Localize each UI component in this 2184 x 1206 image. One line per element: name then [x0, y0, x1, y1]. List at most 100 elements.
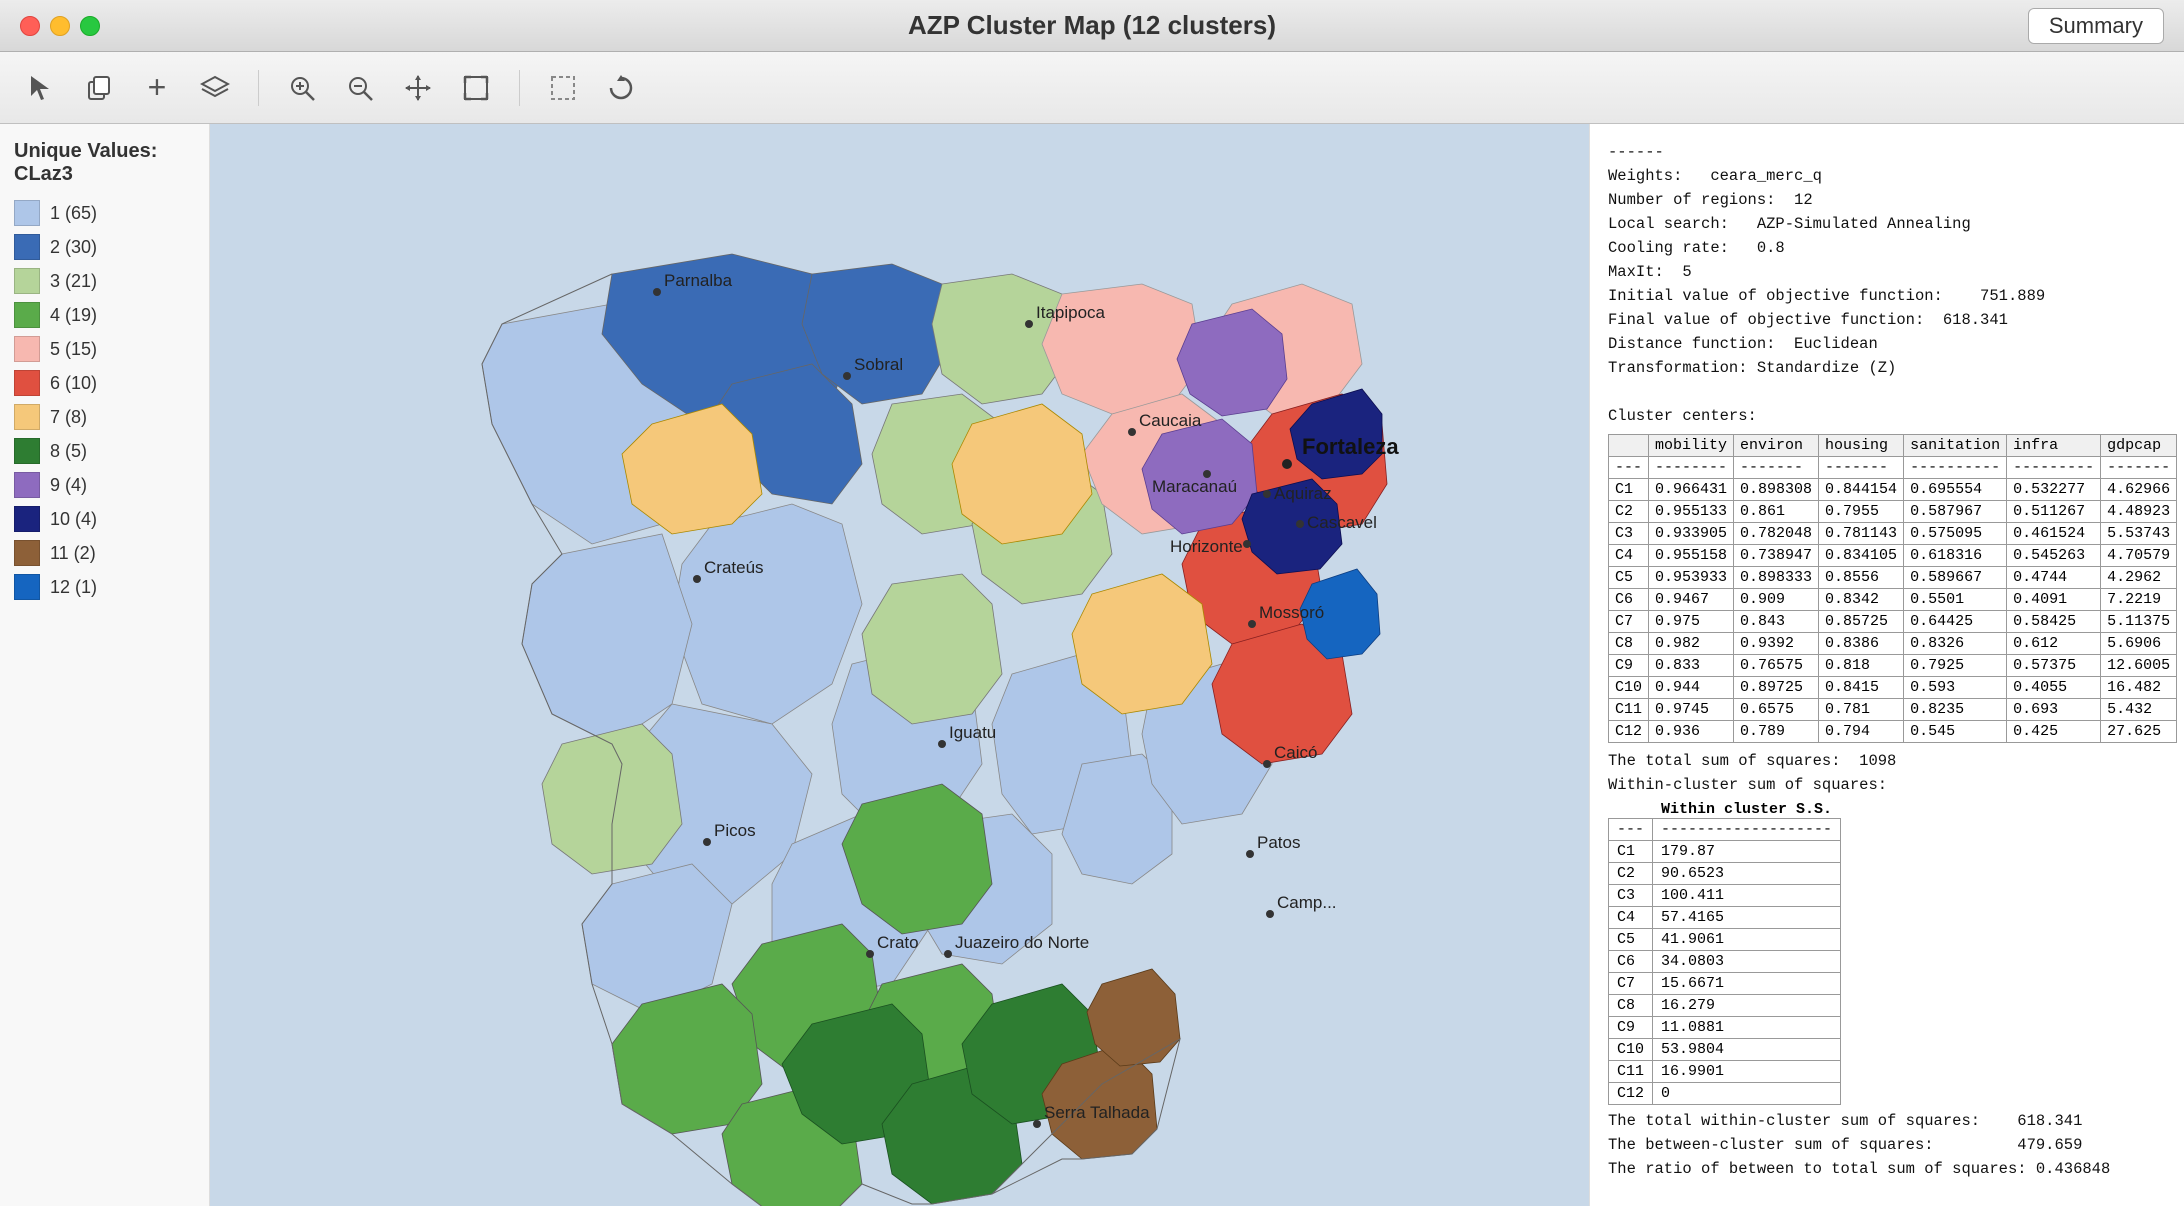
- cluster-cell-C6-5: 0.4091: [2007, 589, 2101, 611]
- pan-tool[interactable]: [397, 67, 439, 109]
- legend-item-7: 7 (8): [14, 404, 195, 430]
- city-label-picos: Picos: [714, 821, 756, 840]
- cluster-cell-C8-6: 5.6906: [2101, 633, 2177, 655]
- within-row-C1: C1179.87: [1609, 841, 1841, 863]
- fullextent-tool[interactable]: [455, 67, 497, 109]
- cluster-row-C5: C50.9539330.8983330.85560.5896670.47444.…: [1609, 567, 2177, 589]
- cluster-cell-C6-0: C6: [1609, 589, 1649, 611]
- cluster-cell-C9-4: 0.7925: [1904, 655, 2007, 677]
- summary-text-3: The total within-cluster sum of squares:…: [1608, 1109, 2166, 1181]
- cluster-row-C12: C120.9360.7890.7940.5450.42527.625: [1609, 721, 2177, 743]
- city-label-crateus: Crateús: [704, 558, 764, 577]
- divider-mob: --------: [1649, 457, 1734, 479]
- summary-panel[interactable]: ------ Weights: ceara_merc_q Number of r…: [1589, 124, 2184, 1206]
- legend-color-9: [14, 472, 40, 498]
- col-header-infra: infra: [2007, 435, 2101, 457]
- cluster-cell-C6-1: 0.9467: [1649, 589, 1734, 611]
- legend-item-6: 6 (10): [14, 370, 195, 396]
- zoom-in-tool[interactable]: [281, 67, 323, 109]
- cluster-cell-C11-4: 0.8235: [1904, 699, 2007, 721]
- cluster-row-C1: C10.9664310.8983080.8441540.6955540.5322…: [1609, 479, 2177, 501]
- legend-label-10: 10 (4): [50, 509, 97, 530]
- refresh-tool[interactable]: [600, 67, 642, 109]
- cluster-cell-C7-4: 0.64425: [1904, 611, 2007, 633]
- summary-text: ------ Weights: ceara_merc_q Number of r…: [1608, 140, 2166, 428]
- city-label-cascavel: Cascavel: [1307, 513, 1377, 532]
- cluster-cell-C9-2: 0.76575: [1734, 655, 1819, 677]
- cluster-cell-C10-1: 0.944: [1649, 677, 1734, 699]
- cluster-cell-C12-3: 0.794: [1819, 721, 1904, 743]
- legend-label-1: 1 (65): [50, 203, 97, 224]
- select-tool[interactable]: [20, 67, 62, 109]
- cluster-cell-C10-4: 0.593: [1904, 677, 2007, 699]
- within-row-C5: C541.9061: [1609, 929, 1841, 951]
- zoom-out-tool[interactable]: [339, 67, 381, 109]
- within-cell-C5-1: 41.9061: [1653, 929, 1841, 951]
- cluster-cell-C5-6: 4.2962: [2101, 567, 2177, 589]
- divider-env: -------: [1734, 457, 1819, 479]
- cluster-row-C6: C60.94670.9090.83420.55010.40917.2219: [1609, 589, 2177, 611]
- cluster-cell-C12-0: C12: [1609, 721, 1649, 743]
- legend-item-12: 12 (1): [14, 574, 195, 600]
- within-row-C11: C1116.9901: [1609, 1061, 1841, 1083]
- cluster-cell-C4-0: C4: [1609, 545, 1649, 567]
- legend-item-2: 2 (30): [14, 234, 195, 260]
- legend-label-7: 7 (8): [50, 407, 87, 428]
- cluster-cell-C11-3: 0.781: [1819, 699, 1904, 721]
- cluster-cell-C8-2: 0.9392: [1734, 633, 1819, 655]
- within-cell-C4-1: 57.4165: [1653, 907, 1841, 929]
- city-label-aquiraz: Aquiraz: [1274, 484, 1332, 503]
- within-cell-C2-0: C2: [1609, 863, 1653, 885]
- legend-label-2: 2 (30): [50, 237, 97, 258]
- cluster-cell-C1-2: 0.898308: [1734, 479, 1819, 501]
- layers-tool[interactable]: [194, 67, 236, 109]
- cluster-cell-C2-1: 0.955133: [1649, 501, 1734, 523]
- minimize-button[interactable]: [50, 16, 70, 36]
- cluster-cell-C8-5: 0.612: [2007, 633, 2101, 655]
- within-row-C10: C1053.9804: [1609, 1039, 1841, 1061]
- legend-label-12: 12 (1): [50, 577, 97, 598]
- col-header-mobility: mobility: [1649, 435, 1734, 457]
- summary-button[interactable]: Summary: [2028, 8, 2164, 44]
- cluster-cell-C2-0: C2: [1609, 501, 1649, 523]
- legend-color-8: [14, 438, 40, 464]
- legend-color-6: [14, 370, 40, 396]
- toolbar: +: [0, 52, 2184, 124]
- legend-color-4: [14, 302, 40, 328]
- toolbar-separator-2: [519, 70, 520, 106]
- cluster-cell-C3-6: 5.53743: [2101, 523, 2177, 545]
- city-label-sobral: Sobral: [854, 355, 903, 374]
- cluster-cell-C2-5: 0.511267: [2007, 501, 2101, 523]
- within-cell-C1-1: 179.87: [1653, 841, 1841, 863]
- legend-item-10: 10 (4): [14, 506, 195, 532]
- select-region-tool[interactable]: [542, 67, 584, 109]
- cluster-cell-C3-3: 0.781143: [1819, 523, 1904, 545]
- within-cell-C5-0: C5: [1609, 929, 1653, 951]
- cluster-cell-C12-6: 27.625: [2101, 721, 2177, 743]
- cluster-row-C11: C110.97450.65750.7810.82350.6935.432: [1609, 699, 2177, 721]
- legend-item-9: 9 (4): [14, 472, 195, 498]
- close-button[interactable]: [20, 16, 40, 36]
- cluster-cell-C6-3: 0.8342: [1819, 589, 1904, 611]
- legend-color-12: [14, 574, 40, 600]
- legend-color-3: [14, 268, 40, 294]
- city-label-iguatu: Iguatu: [949, 723, 996, 742]
- cluster-cell-C4-4: 0.618316: [1904, 545, 2007, 567]
- title-bar: AZP Cluster Map (12 clusters) Summary: [0, 0, 2184, 52]
- within-cluster-table: Within cluster S.S. --- ----------------…: [1608, 801, 1841, 1105]
- cluster-cell-C3-1: 0.933905: [1649, 523, 1734, 545]
- cluster-cell-C7-3: 0.85725: [1819, 611, 1904, 633]
- copy-tool[interactable]: [78, 67, 120, 109]
- maximize-button[interactable]: [80, 16, 100, 36]
- within-cell-C6-1: 34.0803: [1653, 951, 1841, 973]
- within-cell-C9-1: 11.0881: [1653, 1017, 1841, 1039]
- cluster-cell-C12-5: 0.425: [2007, 721, 2101, 743]
- cluster-cell-C1-4: 0.695554: [1904, 479, 2007, 501]
- legend-color-7: [14, 404, 40, 430]
- divider-inf: ---------: [2007, 457, 2101, 479]
- divider-gdp: -------: [2101, 457, 2177, 479]
- add-tool[interactable]: +: [136, 67, 178, 109]
- map-area[interactable]: Fortaleza Parnalba Sobral Itapipoca Cauc…: [210, 124, 1589, 1206]
- within-row-C3: C3100.411: [1609, 885, 1841, 907]
- cluster-row-C2: C20.9551330.8610.79550.5879670.5112674.4…: [1609, 501, 2177, 523]
